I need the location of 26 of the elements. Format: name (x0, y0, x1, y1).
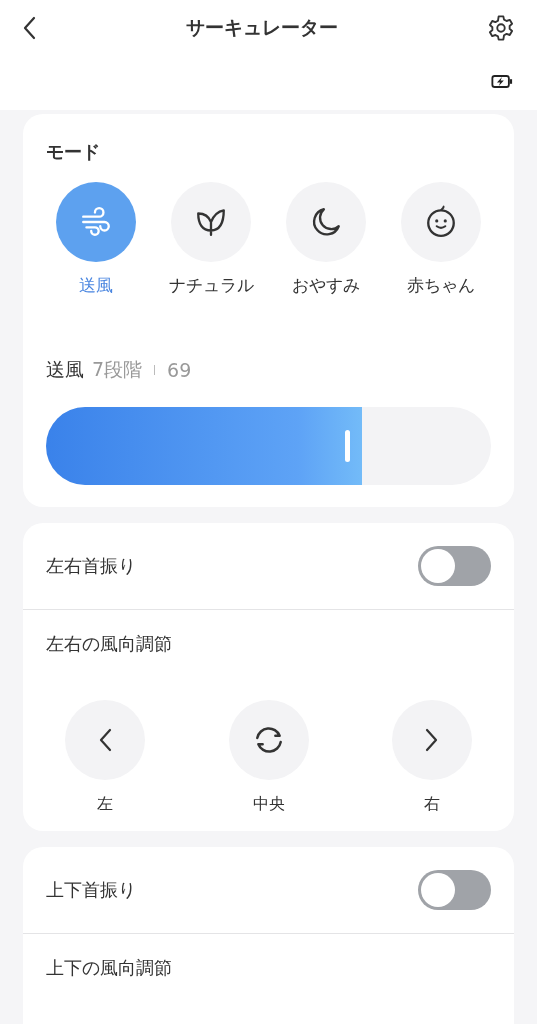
section-title: モード (46, 140, 101, 164)
section-title: 上下の風向調節 (45, 956, 173, 980)
mode-label: おやすみ (292, 274, 360, 297)
baby-face-icon (424, 205, 458, 239)
mode-label: 送風 (79, 274, 113, 297)
section-title: 左右の風向調節 (45, 632, 173, 656)
speed-label: 送風 (46, 357, 84, 382)
direction-label: 左 (97, 794, 113, 815)
page-title: サーキュレーター (185, 15, 338, 40)
chevron-right-icon (425, 728, 439, 752)
toggle-switch[interactable] (418, 870, 491, 910)
direction-label: 右 (424, 794, 440, 815)
mode-label: 赤ちゃん (407, 274, 475, 297)
mode-label: ナチュラル (168, 274, 254, 297)
swing-label: 左右首振り (46, 554, 136, 578)
direction-label: 中央 (252, 794, 285, 815)
toggle-switch[interactable] (418, 546, 491, 586)
back-icon[interactable] (22, 16, 36, 40)
speed-steps: 7段階 (92, 357, 143, 383)
wind-icon (79, 205, 113, 239)
battery-charging-icon (491, 74, 513, 89)
swing-label: 上下首振り (46, 878, 136, 902)
chevron-left-icon (98, 728, 112, 752)
speed-value: 69 (167, 359, 192, 381)
settings-icon[interactable] (487, 14, 515, 42)
slider-handle[interactable] (344, 430, 350, 462)
